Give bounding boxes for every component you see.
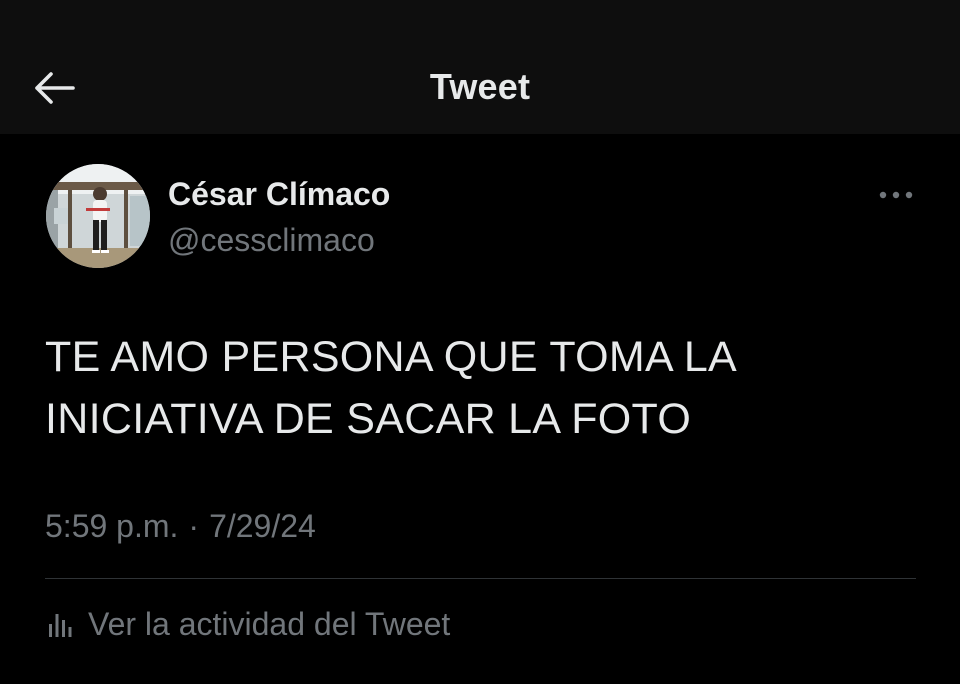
top-app-bar: Tweet <box>0 0 960 134</box>
avatar[interactable] <box>46 164 150 268</box>
tweet-date[interactable]: 7/29/24 <box>209 508 316 545</box>
tweet-timestamp: 5:59 p.m. · 7/29/24 <box>45 508 316 545</box>
bar-chart-icon <box>49 613 72 637</box>
timestamp-separator: · <box>188 508 200 544</box>
tweet-text: TE AMO PERSONA QUE TOMA LA INICIATIVA DE… <box>45 333 738 443</box>
author-display-name[interactable]: César Clímaco <box>168 176 390 213</box>
more-options-button[interactable] <box>874 180 918 210</box>
author-handle[interactable]: @cessclimaco <box>168 222 375 259</box>
more-horizontal-icon <box>879 191 913 199</box>
tweet-time[interactable]: 5:59 p.m. <box>45 508 178 545</box>
divider <box>45 578 916 579</box>
view-tweet-activity-button[interactable]: Ver la actividad del Tweet <box>46 606 450 643</box>
profile-photo <box>46 164 150 268</box>
page-title: Tweet <box>429 66 531 107</box>
view-tweet-activity-label: Ver la actividad del Tweet <box>88 606 451 642</box>
